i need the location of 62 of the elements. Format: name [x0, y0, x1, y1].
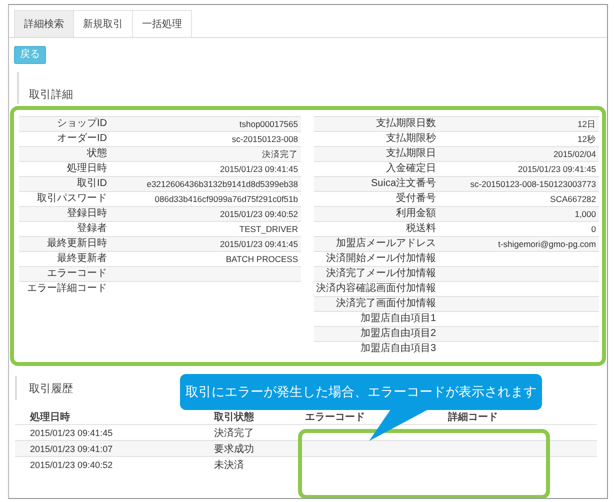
column-header: 取引状態 [214, 410, 255, 424]
table-cell-text: 2015/01/23 09:41:45 [30, 428, 114, 438]
field-label: 状態 [86, 148, 107, 160]
field-label: 支払期限秒 [385, 133, 436, 145]
field-value: 086d33b416cf9099a76d75f291c0f51b [154, 194, 299, 204]
field-label: 加盟店自由項目1 [359, 313, 436, 325]
table-cell-text: 決済完了 [214, 426, 255, 440]
field-label: 取引パスワード [36, 193, 107, 205]
field-label: 最終更新日時 [46, 238, 107, 250]
field-label: 登録者 [76, 223, 107, 235]
field-value: e3212606436b3132b9141d8d5399eb38 [146, 178, 299, 190]
field-value: BATCH PROCESS [224, 254, 299, 264]
field-label: 取引ID [76, 178, 107, 190]
field-value: 2015/01/23 09:40:52 [219, 208, 299, 220]
field-label: エラーコード [46, 268, 107, 280]
field-value: 12秒 [576, 134, 597, 144]
field-label: 最終更新者 [56, 253, 107, 265]
field-label: 処理日時 [66, 163, 107, 175]
field-value: 2015/01/23 09:41:45 [219, 164, 299, 174]
table-cell-text: 要求成功 [214, 442, 255, 456]
field-label: 加盟店自由項目3 [359, 343, 436, 355]
field-label: 決済完了メール付加情報 [325, 268, 436, 280]
field-label: ショップID [56, 118, 107, 130]
tab[interactable]: 詳細検索 [14, 10, 74, 37]
field-label: エラー詳細コード [26, 283, 107, 295]
table-cell-text: 2015/01/23 09:41:07 [30, 444, 114, 454]
callout-pointer [369, 409, 429, 441]
field-label: 決済開始メール付加情報 [325, 253, 436, 265]
column-header: 処理日時 [30, 410, 71, 424]
field-label: 支払期限日数 [375, 118, 436, 130]
field-label: 登録日時 [66, 208, 107, 220]
table-cell-text: 未決済 [214, 458, 245, 472]
tab[interactable]: 一括処理 [132, 10, 192, 37]
field-label: 決済内容確認画面付加情報 [315, 283, 436, 295]
table-cell-text: 2015/01/23 09:40:52 [30, 460, 114, 470]
field-value: 2015/01/23 09:41:45 [219, 238, 299, 250]
field-label: Suica注文番号 [370, 178, 436, 190]
field-label: 利用金額 [395, 208, 436, 220]
field-value: t-shigemori@gmo-pg.com [497, 238, 597, 250]
field-value: tshop00017565 [238, 118, 299, 130]
field-value: 2015/01/23 09:41:45 [517, 164, 597, 174]
field-label: オーダーID [56, 133, 107, 145]
section-title: 取引詳細 [29, 88, 73, 102]
field-value: SCA667282 [549, 194, 597, 204]
field-value: sc-20150123-008-150123003773 [469, 178, 597, 190]
field-label: 加盟店メールアドレス [335, 238, 436, 250]
field-value: 1,000 [574, 208, 597, 220]
field-label: 支払期限日 [385, 148, 436, 160]
field-value: 決済完了 [261, 148, 299, 160]
field-value: 0 [590, 224, 597, 234]
field-label: 加盟店自由項目2 [359, 328, 436, 340]
field-value: sc-20150123-008 [230, 134, 299, 144]
field-label: 受付番号 [395, 193, 436, 205]
section-title: 取引履歴 [29, 382, 73, 396]
field-label: 税送料 [405, 223, 436, 235]
field-label: 入金確定日 [385, 163, 436, 175]
column-header: エラーコード [305, 411, 366, 424]
field-label: 決済完了画面付加情報 [335, 298, 436, 310]
field-value: 12日 [576, 118, 597, 130]
column-header: 詳細コード [448, 410, 499, 424]
field-value: TEST_DRIVER [238, 224, 299, 234]
field-value: 2015/02/04 [552, 148, 597, 160]
